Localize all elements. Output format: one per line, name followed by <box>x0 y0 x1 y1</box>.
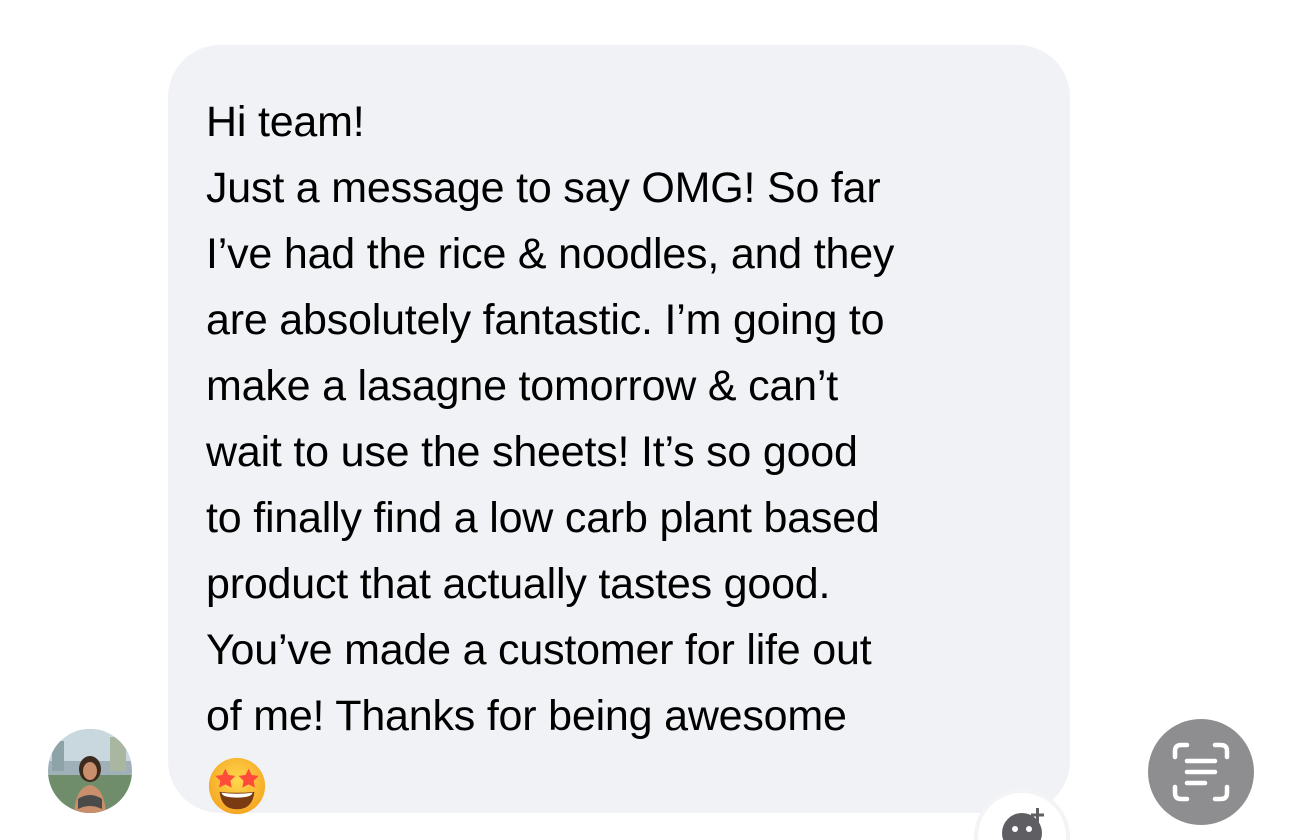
message-line-4: are absolutely fantastic. I’m going to <box>206 296 885 344</box>
live-text-button[interactable] <box>1148 719 1254 825</box>
message-line-6: wait to use the sheets! It’s so good <box>206 428 858 476</box>
message-line-2: Just a message to say OMG! So far <box>206 164 881 212</box>
message-line-8: product that actually tastes good. <box>206 560 831 608</box>
star-struck-emoji-icon <box>208 757 266 815</box>
message-line-10: of me! Thanks for being awesome <box>206 692 847 740</box>
add-reaction-icon <box>1002 808 1044 840</box>
message-bubble[interactable]: Hi team! Just a message to say OMG! So f… <box>168 45 1070 815</box>
message-line-5: make a lasagne tomorrow & can’t <box>206 362 838 410</box>
message-line-9: You’ve made a customer for life out <box>206 626 872 674</box>
message-line-7: to finally find a low carb plant based <box>206 494 880 542</box>
message-line-3: I’ve had the rice & noodles, and they <box>206 230 895 278</box>
chat-screen: Hi team! Just a message to say OMG! So f… <box>0 0 1290 840</box>
avatar-photo <box>48 729 132 813</box>
sender-avatar[interactable] <box>48 729 132 813</box>
live-text-scan-icon <box>1172 742 1230 802</box>
message-line-1: Hi team! <box>206 98 365 146</box>
add-reaction-button[interactable] <box>978 793 1066 840</box>
